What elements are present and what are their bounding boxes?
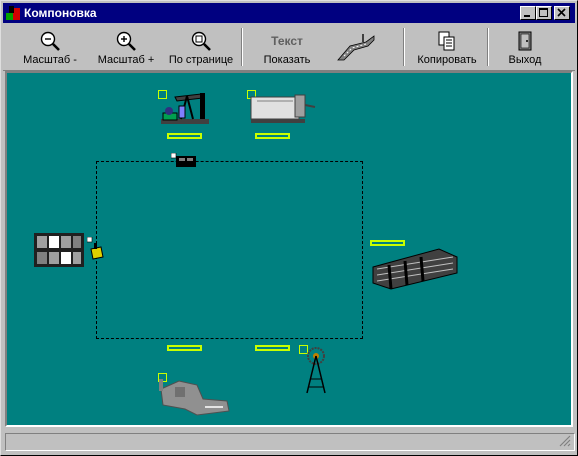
zoom-in-label: Масштаб + [97, 54, 155, 66]
zoom-in-button[interactable]: Масштаб + [91, 26, 161, 68]
exit-button[interactable]: Выход [497, 26, 553, 68]
tower-rig-icon[interactable] [301, 345, 331, 395]
maximize-icon [539, 8, 548, 17]
small-valve-icon[interactable] [87, 237, 105, 261]
object-label[interactable] [167, 345, 202, 351]
generator-icon[interactable] [171, 153, 199, 169]
fit-page-icon [191, 31, 211, 51]
text-icon-label: Текст [271, 34, 303, 48]
pipeline-icon[interactable] [369, 243, 459, 291]
app-icon [6, 6, 20, 20]
control-cabinet-icon[interactable] [34, 233, 84, 267]
road-icon [337, 34, 375, 61]
close-button[interactable] [554, 6, 570, 20]
copy-button[interactable]: Копировать [411, 26, 483, 68]
maximize-button[interactable] [536, 6, 552, 20]
zoom-in-icon [116, 31, 136, 51]
toolbar: Масштаб - Масштаб + По странице Текст По… [3, 24, 575, 71]
fit-page-label: По странице [168, 54, 234, 66]
object-label[interactable] [167, 133, 202, 139]
app-window: Компоновка Масштаб - Масштаб + По страни… [0, 0, 578, 456]
fit-page-button[interactable]: По странице [165, 26, 237, 68]
object-label[interactable] [255, 345, 290, 351]
layout-canvas[interactable] [7, 73, 571, 425]
zoom-out-icon [40, 31, 60, 51]
object-label[interactable] [255, 133, 290, 139]
toolbar-separator [241, 28, 243, 66]
minimize-button[interactable] [520, 6, 536, 20]
tank-truck-icon[interactable] [247, 91, 317, 125]
show-label: Показать [263, 54, 311, 66]
resize-grip-icon[interactable] [559, 435, 571, 447]
zoom-out-label: Масштаб - [23, 54, 77, 66]
zoom-out-button[interactable]: Масштаб - [15, 26, 85, 68]
pump-jack-icon[interactable] [157, 91, 213, 127]
exit-label: Выход [508, 54, 542, 66]
title-bar[interactable]: Компоновка [3, 3, 575, 23]
show-text-button[interactable]: Текст Показать [249, 26, 325, 68]
site-boundary[interactable] [96, 161, 363, 339]
road-button[interactable] [333, 26, 379, 68]
close-icon [557, 8, 566, 17]
window-title: Компоновка [24, 6, 97, 20]
status-bar [5, 433, 575, 451]
toolbar-separator-3 [487, 28, 489, 66]
toolbar-separator-2 [403, 28, 405, 66]
minimize-icon [524, 15, 530, 17]
copy-icon [438, 31, 455, 51]
door-icon [518, 31, 532, 51]
vise-machine-icon[interactable] [157, 375, 233, 417]
copy-label: Копировать [417, 54, 477, 66]
